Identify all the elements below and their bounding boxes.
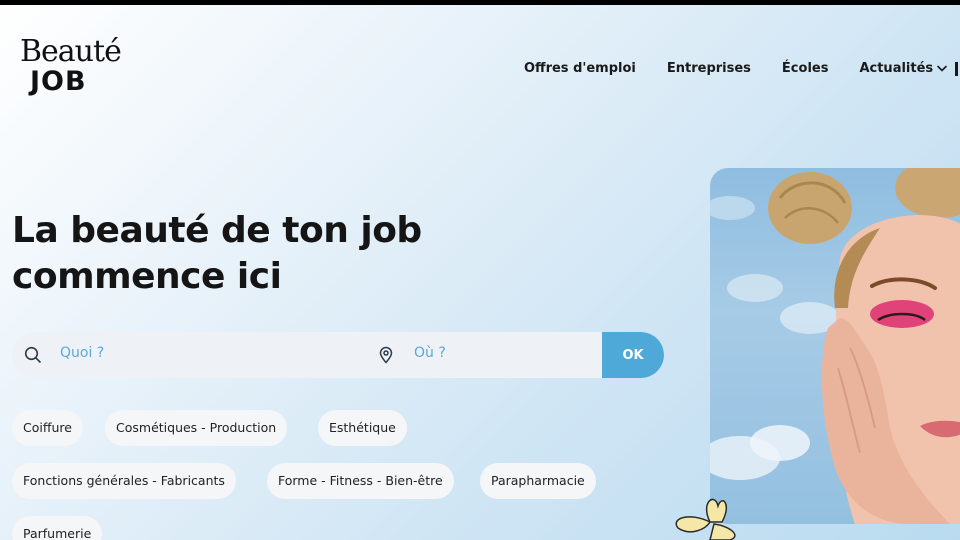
hero-headline-line2: commence ici (12, 256, 282, 297)
category-chip-esthetique[interactable]: Esthétique (318, 410, 407, 446)
chevron-down-icon (937, 65, 947, 72)
hero-illustration (710, 168, 960, 524)
hero-photo (710, 168, 960, 524)
flower-decoration-icon (675, 498, 736, 540)
job-search-bar: OK (12, 332, 664, 378)
category-chip-parapharmacie[interactable]: Parapharmacie (480, 463, 596, 499)
category-chip-fonctions-generales[interactable]: Fonctions générales - Fabricants (12, 463, 236, 499)
nav-overflow-edge (955, 62, 958, 76)
nav-actualites[interactable]: Actualités (859, 61, 947, 76)
nav-entreprises[interactable]: Entreprises (667, 61, 751, 76)
beaute-job-logo[interactable]: Beauté JOB (18, 34, 133, 102)
category-chip-parfumerie[interactable]: Parfumerie (12, 516, 103, 540)
nav-actualites-label: Actualités (859, 61, 934, 76)
hero-headline: La beauté de ton job commence ici (12, 208, 532, 300)
logo-script-text: Beauté (20, 34, 122, 69)
main-nav: Offres d'emploi Entreprises Écoles Actua… (524, 61, 960, 76)
nav-ecoles[interactable]: Écoles (782, 61, 829, 76)
hero-headline-line1: La beauté de ton job (12, 210, 422, 251)
category-chip-cosmetiques-production[interactable]: Cosmétiques - Production (105, 410, 288, 446)
nav-offres-emploi[interactable]: Offres d'emploi (524, 61, 636, 76)
nav-offres-emploi-label: Offres d'emploi (524, 61, 636, 76)
where-search-input[interactable] (414, 345, 594, 361)
logo-job-text: JOB (30, 66, 87, 97)
search-ok-button[interactable]: OK (602, 332, 664, 378)
category-chip-forme-fitness[interactable]: Forme - Fitness - Bien-être (267, 463, 454, 499)
category-chip-coiffure[interactable]: Coiffure (12, 410, 83, 446)
what-search-input[interactable] (60, 345, 360, 361)
nav-ecoles-label: Écoles (781, 61, 829, 76)
location-pin-icon (379, 346, 393, 364)
nav-entreprises-label: Entreprises (666, 61, 751, 76)
top-border (0, 0, 960, 5)
search-icon (24, 346, 41, 363)
